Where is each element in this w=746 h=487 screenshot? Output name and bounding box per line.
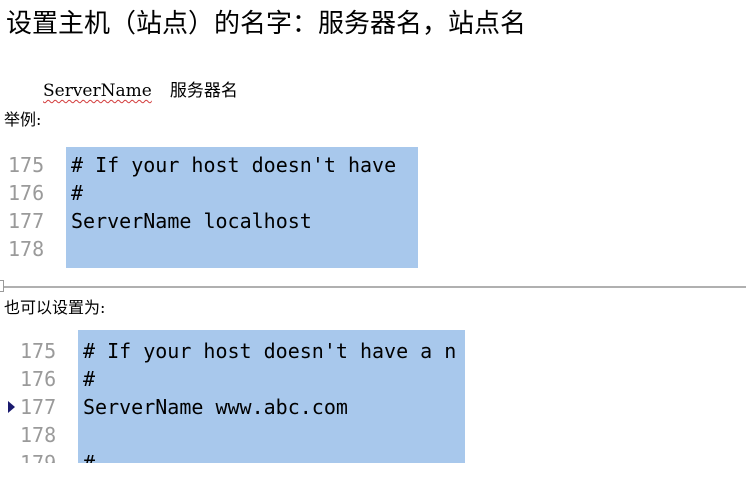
divider-handle xyxy=(0,280,4,292)
alternative-label: 也可以设置为: xyxy=(4,298,106,317)
code-line: # xyxy=(83,367,96,391)
line-number: 177 xyxy=(8,209,45,233)
code-line: # If your host doesn't have a n xyxy=(83,339,457,363)
page-title: 设置主机（站点）的名字：服务器名，站点名 xyxy=(6,9,527,39)
line-number: 176 xyxy=(8,181,45,205)
line-number: 176 xyxy=(20,367,57,391)
code-block-alternative: 175 176 177 178 179 # If your host doesn… xyxy=(0,330,746,463)
current-line-marker-icon xyxy=(8,401,15,413)
code-line: # If your host doesn't have xyxy=(71,153,397,177)
line-number: 179 xyxy=(20,451,57,463)
code-line: ServerName www.abc.com xyxy=(83,395,348,419)
code-text-area: # If your host doesn't have a n # Server… xyxy=(78,330,465,463)
line-number: 175 xyxy=(20,339,57,363)
line-number: 178 xyxy=(8,237,45,261)
directive-name: ServerName xyxy=(43,81,152,101)
directive-value: 服务器名 xyxy=(169,81,238,101)
code-line: # xyxy=(71,181,84,205)
line-number: 178 xyxy=(20,423,57,447)
example-label: 举例: xyxy=(4,110,42,129)
code-line: ServerName localhost xyxy=(71,209,312,233)
code-line: # xyxy=(83,451,96,463)
line-number: 175 xyxy=(8,153,45,177)
section-divider xyxy=(0,286,746,288)
directive-syntax: ServerName 服务器名 xyxy=(43,80,238,102)
line-number: 177 xyxy=(20,395,57,419)
